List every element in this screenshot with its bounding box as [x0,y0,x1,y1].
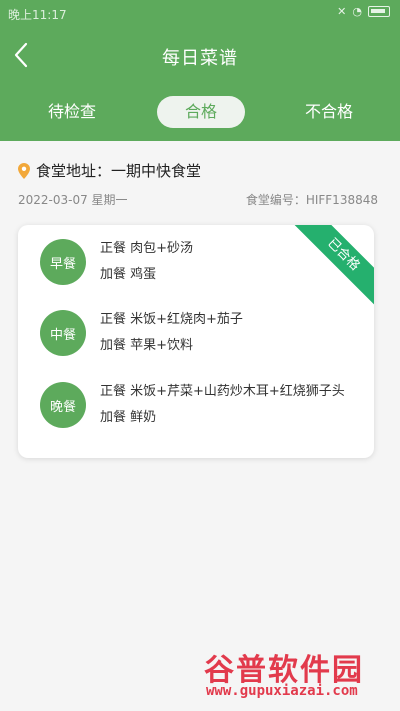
watermark-url: www.gupuxiazai.com [206,683,358,699]
canteen-address: 食堂地址：一期中快食堂 [36,162,202,180]
meal-main: 正餐 米饭+红烧肉+茄子 [100,312,243,327]
tab-qualified[interactable]: 合格 [157,96,245,128]
status-time: 晚上11:17 [8,8,67,22]
menu-date: 2022-03-07 星期一 [18,193,128,207]
meal-dinner: 晚餐 正餐 米饭+芹菜+山药炒木耳+红烧狮子头 加餐 鲜奶 [40,382,345,428]
meal-details: 正餐 米饭+芹菜+山药炒木耳+红烧狮子头 加餐 鲜奶 [100,379,345,431]
wifi-icon: ◔ [352,5,362,18]
meal-extra: 加餐 苹果+饮料 [100,338,194,353]
meal-lunch: 中餐 正餐 米饭+红烧肉+茄子 加餐 苹果+饮料 [40,310,243,356]
meal-main: 正餐 肉包+砂汤 [100,241,194,256]
meal-breakfast: 早餐 正餐 肉包+砂汤 加餐 鸡蛋 [40,239,193,285]
canteen-code: 食堂编号：HIFF138848 [245,193,378,207]
canteen-meta: 2022-03-07 星期一 食堂编号：HIFF138848 [18,191,378,208]
canteen-address-row: 食堂地址：一期中快食堂 [18,160,378,181]
meal-badge: 中餐 [40,310,86,356]
meal-details: 正餐 米饭+红烧肉+茄子 加餐 苹果+饮料 [100,307,243,359]
app-header: 晚上11:17 ✕ ◔ 每日菜谱 待检查 合格 不合格 [0,0,400,141]
location-pin-icon [18,162,30,179]
title-bar: 每日菜谱 [0,38,400,74]
meal-badge: 早餐 [40,239,86,285]
qualified-ribbon: 已合格 [289,225,374,309]
meal-main: 正餐 米饭+芹菜+山药炒木耳+红烧狮子头 [100,384,345,399]
meal-extra: 加餐 鲜奶 [100,410,157,425]
meal-extra: 加餐 鸡蛋 [100,267,157,282]
page-title: 每日菜谱 [162,48,238,69]
canteen-info: 食堂地址：一期中快食堂 2022-03-07 星期一 食堂编号：HIFF1388… [18,160,378,208]
status-tabs: 待检查 合格 不合格 [0,92,400,132]
signal-off-icon: ✕ [337,5,347,18]
battery-icon [368,6,390,17]
status-icons: ✕ ◔ [337,5,390,18]
status-bar: 晚上11:17 ✕ ◔ [0,0,400,26]
tab-unqualified[interactable]: 不合格 [279,96,379,128]
menu-card[interactable]: 已合格 早餐 正餐 肉包+砂汤 加餐 鸡蛋 中餐 正餐 米饭+红烧肉+茄子 加餐… [18,225,374,458]
meal-details: 正餐 肉包+砂汤 加餐 鸡蛋 [100,236,193,288]
tab-pending[interactable]: 待检查 [22,96,122,128]
meal-badge: 晚餐 [40,382,86,428]
site-watermark: 谷普软件园 www.gupuxiazai.com [204,645,392,705]
